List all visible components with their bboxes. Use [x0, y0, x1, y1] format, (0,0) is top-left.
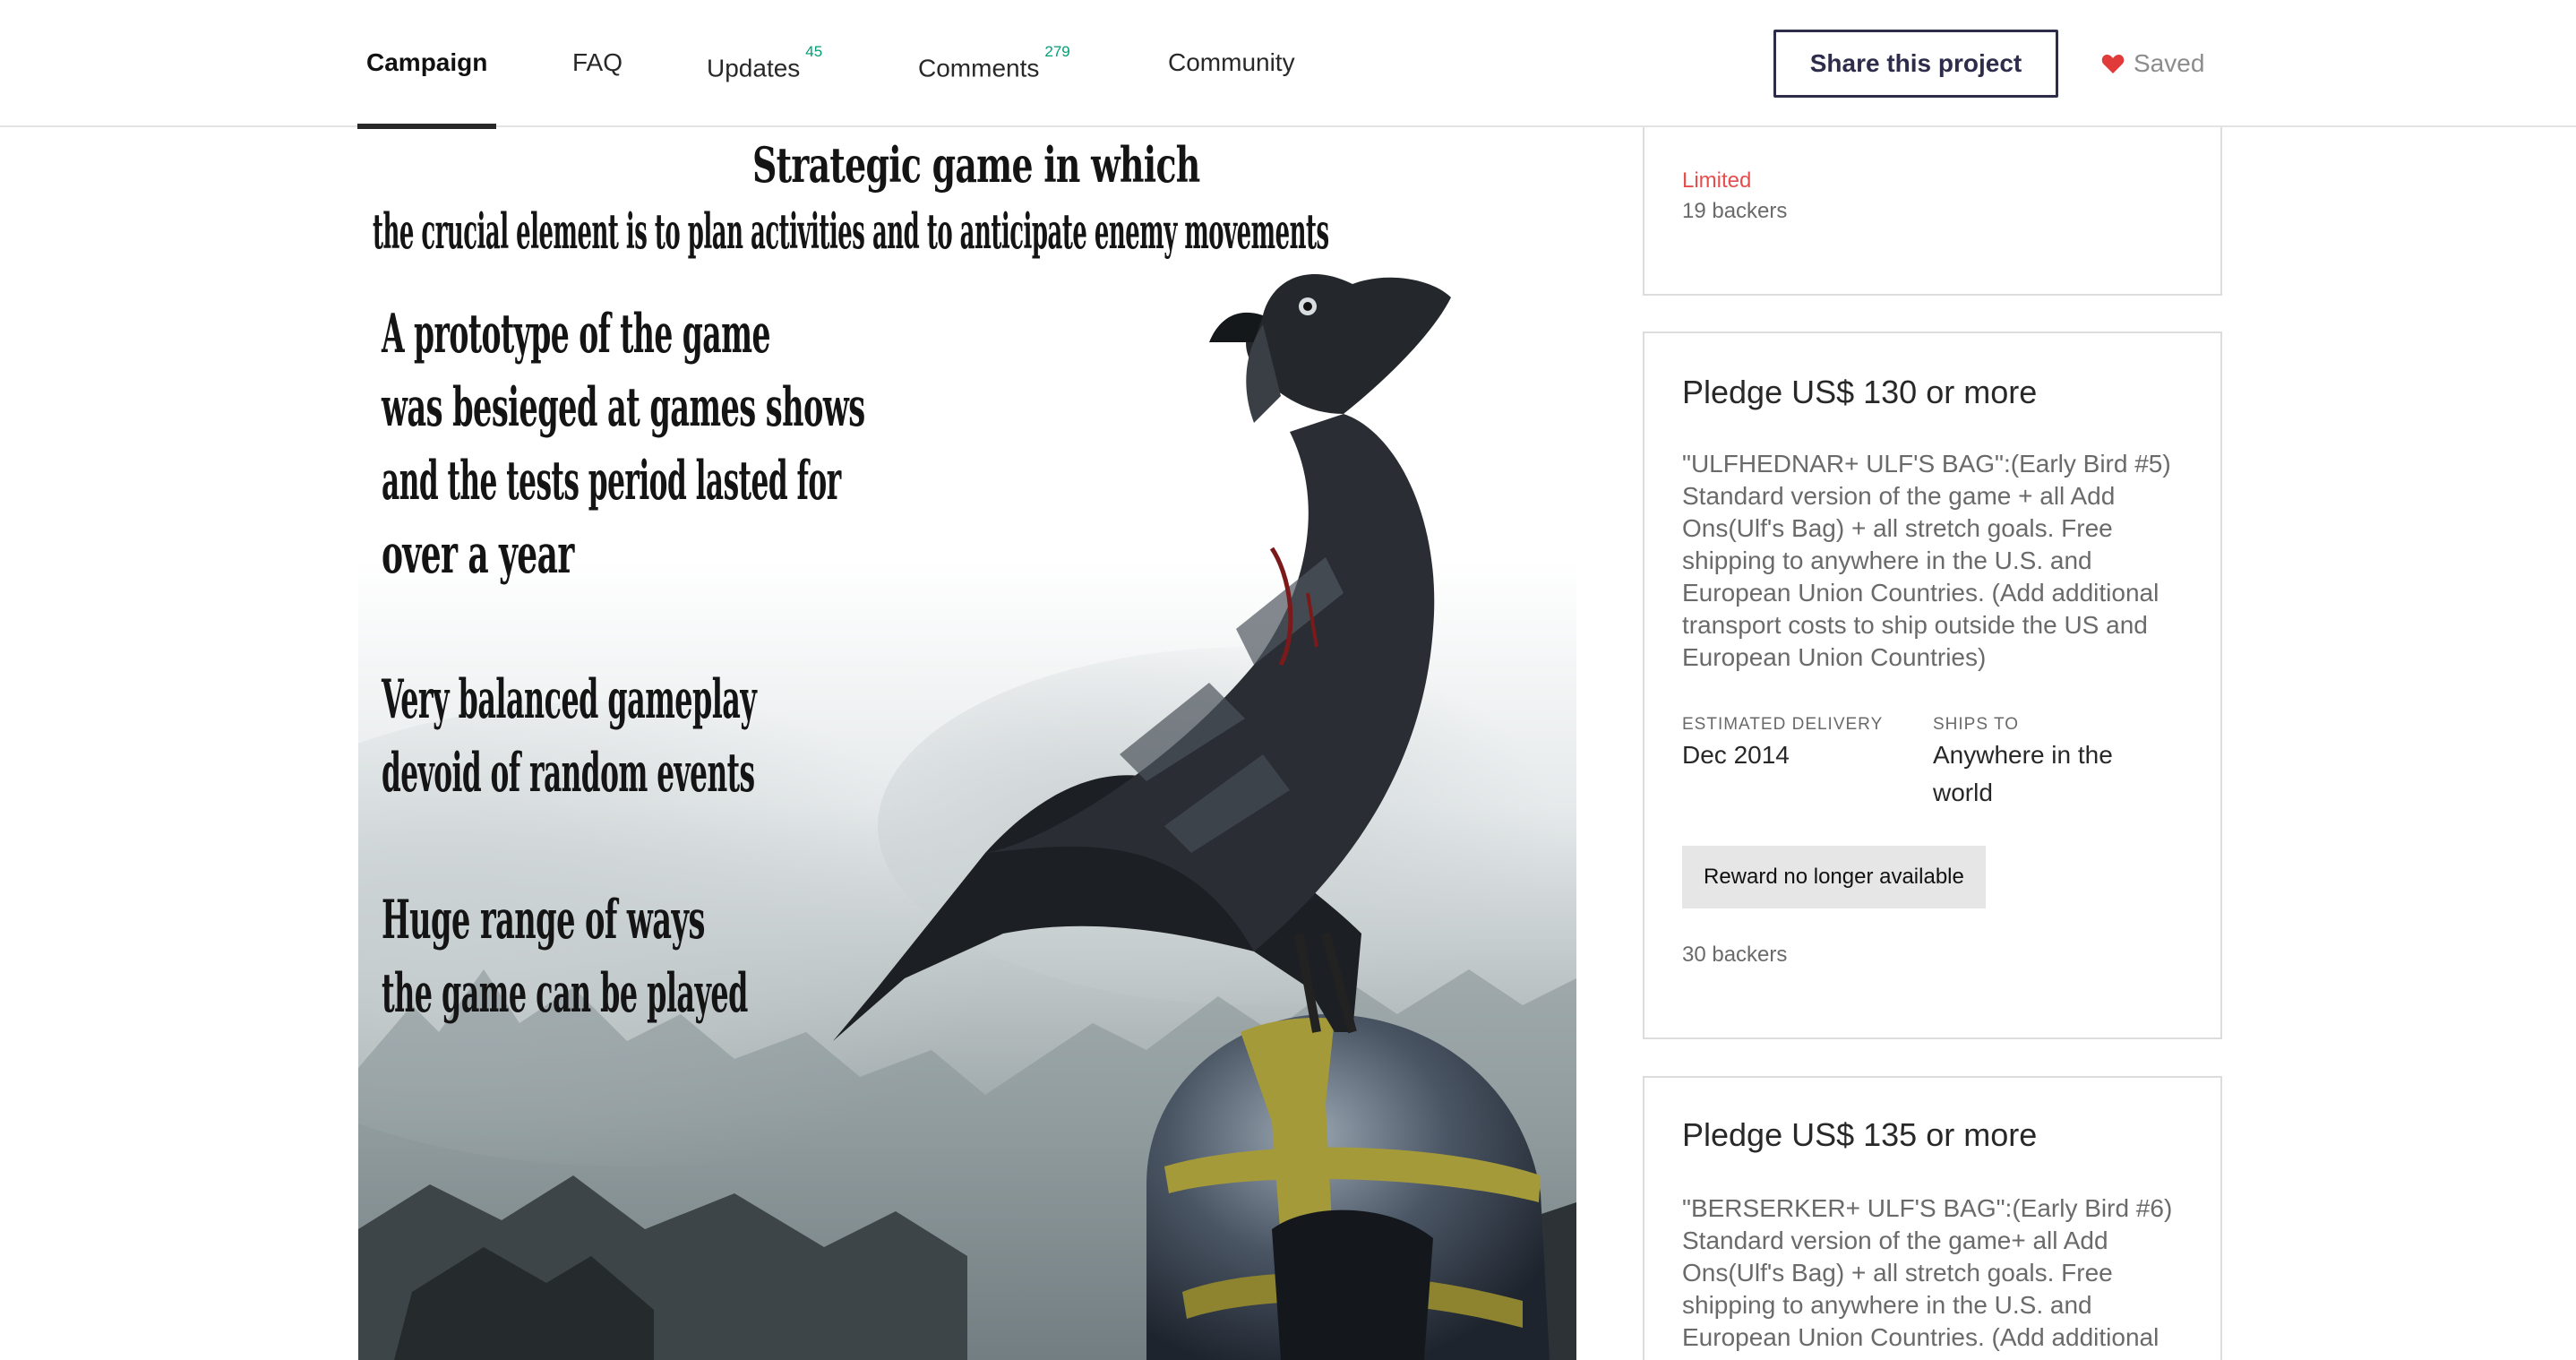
reward-description: "BERSERKER+ ULF'S BAG":(Early Bird #6) S… — [1682, 1194, 2173, 1360]
reward-card-limited: Limited 19 backers — [1643, 125, 2222, 296]
tab-comments-label: Comments — [918, 54, 1040, 82]
saved-label: Saved — [2134, 49, 2205, 77]
tab-community[interactable]: Community — [1168, 0, 1295, 127]
backers-count: 30 backers — [1682, 943, 1788, 967]
estimated-delivery-value: Dec 2014 — [1682, 741, 1790, 769]
tab-faq[interactable]: FAQ — [572, 0, 623, 127]
reward-card-135[interactable]: Pledge US$ 135 or more "BERSERKER+ ULF'S… — [1643, 1076, 2222, 1360]
caption-line-2: the crucial element is to plan activitie… — [373, 202, 1329, 260]
caption-line-6: over a year — [382, 523, 574, 586]
caption-line-10: the game can be played — [382, 962, 748, 1025]
saved-button[interactable]: Saved — [2101, 0, 2204, 127]
tab-community-label: Community — [1168, 48, 1295, 76]
reward-unavailable-button[interactable]: Reward no longer available — [1682, 846, 1986, 908]
tab-updates[interactable]: Updates45 — [707, 0, 822, 127]
caption-line-9: Huge range of ways — [382, 889, 705, 951]
caption-line-3: A prototype of the game — [382, 303, 770, 366]
caption-line-7: Very balanced gameplay — [382, 668, 757, 731]
ships-to-label: SHIPS TO — [1933, 715, 2019, 734]
tab-campaign-label: Campaign — [366, 48, 488, 76]
estimated-delivery-label: ESTIMATED DELIVERY — [1682, 715, 1884, 734]
caption-line-8: devoid of random events — [382, 742, 755, 805]
pledge-title: Pledge US$ 135 or more — [1682, 1116, 2038, 1153]
tab-faq-label: FAQ — [572, 48, 623, 76]
comments-count-badge: 279 — [1044, 43, 1070, 60]
ships-to-value: Anywhere in the world — [1933, 741, 2113, 806]
tab-comments[interactable]: Comments279 — [918, 0, 1070, 127]
updates-count-badge: 45 — [805, 43, 823, 60]
reward-card-130[interactable]: Pledge US$ 130 or more "ULFHEDNAR+ ULF'S… — [1643, 331, 2222, 1039]
caption-line-5: and the tests period lasted for — [382, 450, 841, 512]
reward-description: "ULFHEDNAR+ ULF'S BAG":(Early Bird #5) S… — [1682, 450, 2171, 671]
backers-count: 19 backers — [1682, 199, 1788, 223]
heart-icon — [2101, 55, 2125, 73]
share-project-button[interactable]: Share this project — [1773, 30, 2058, 98]
caption-line-1: Strategic game in which — [752, 136, 1200, 194]
pledge-title: Pledge US$ 130 or more — [1682, 374, 2038, 410]
campaign-image: Strategic game in which the crucial elem… — [358, 127, 1576, 1360]
project-nav: Campaign FAQ Updates45 Comments279 Commu… — [0, 0, 2576, 129]
caption-line-4: was besieged at games shows — [382, 376, 865, 439]
limited-badge: Limited — [1682, 168, 1752, 193]
tab-campaign[interactable]: Campaign — [356, 0, 497, 129]
tab-updates-label: Updates — [707, 54, 801, 82]
